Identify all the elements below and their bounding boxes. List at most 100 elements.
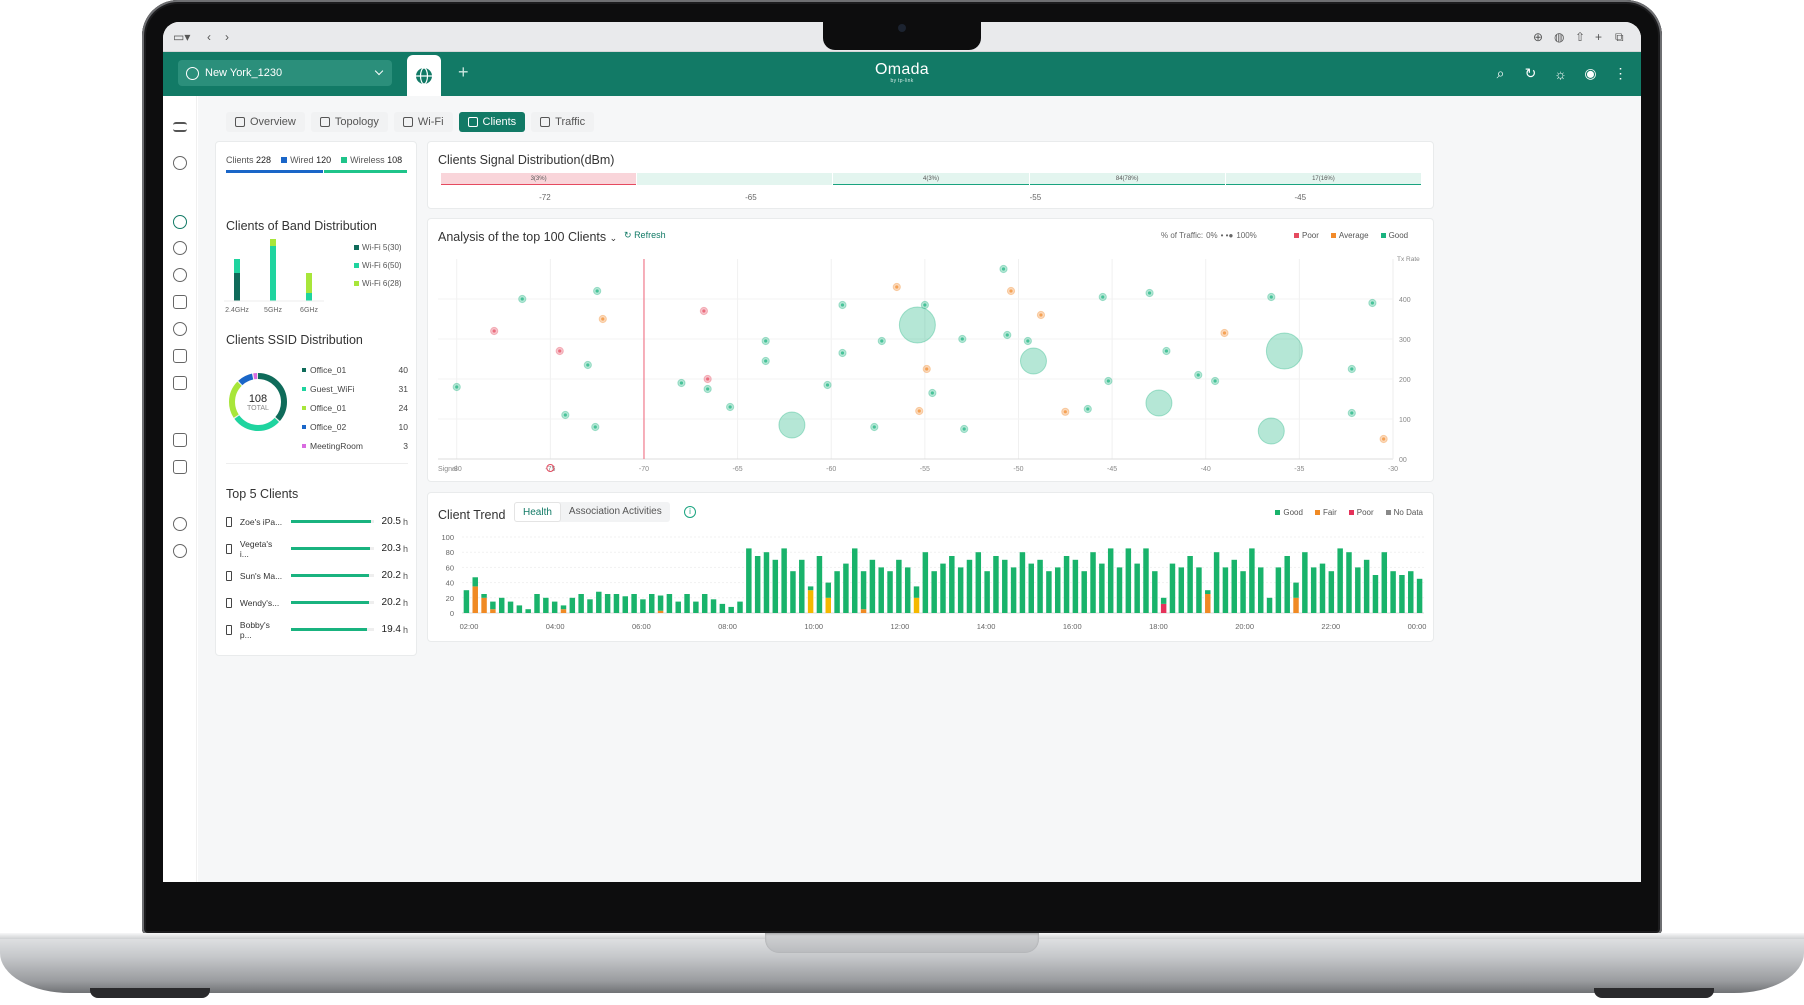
more-icon[interactable]: ⋮: [1612, 65, 1629, 82]
settings-icon[interactable]: [173, 517, 187, 531]
ssid-value: 10: [398, 421, 408, 432]
trend-bar-segment: [1116, 567, 1123, 613]
trend-bar-segment: [1249, 548, 1255, 613]
tools-icon[interactable]: [173, 460, 187, 474]
scatter-point-core: [1001, 267, 1006, 271]
band-title: Clients of Band Distribution: [226, 219, 377, 233]
signal-segment: 4(3%): [833, 173, 1029, 185]
trend-bar-segment: [1134, 563, 1140, 613]
ssid-value: 24: [398, 402, 408, 413]
sidebar-toggle-icon[interactable]: ▭▾: [173, 30, 190, 44]
clients-icon: [467, 117, 478, 127]
scatter-point[interactable]: [1257, 417, 1285, 445]
usage-unit: h: [402, 624, 408, 635]
theme-sun-icon[interactable]: ☼: [1552, 65, 1569, 82]
scatter-point-core: [586, 363, 590, 367]
client-name: Wendy's...: [239, 597, 280, 608]
trend-bar-segment: [975, 552, 982, 613]
top-client-row[interactable]: Sun's Ma... 20.2 h: [226, 562, 408, 589]
location-icon[interactable]: [173, 156, 187, 170]
statistics-icon[interactable]: [173, 241, 187, 255]
ssid-name: MeetingRoom: [310, 440, 363, 451]
tab-clients[interactable]: Clients: [458, 112, 526, 132]
new-tab-icon[interactable]: +: [1595, 30, 1602, 44]
ssid-name: Guest_WiFi: [310, 383, 355, 394]
scatter-legend-item: Average: [1330, 231, 1369, 240]
scatter-point-core: [679, 381, 684, 385]
trend-tab-health[interactable]: Health: [514, 502, 561, 522]
trend-bar-segment: [1240, 571, 1246, 613]
trend-legend-label: No Data: [1393, 508, 1423, 517]
scatter-point[interactable]: [778, 411, 806, 439]
devices-icon[interactable]: [173, 268, 187, 282]
scatter-point-core: [764, 339, 768, 343]
x-tick-label: -35: [1294, 466, 1304, 473]
scatter-point-core: [593, 425, 597, 429]
trend-tab-associationactivities[interactable]: Association Activities: [561, 502, 670, 522]
back-icon[interactable]: ‹: [207, 30, 211, 44]
legend-swatch: [354, 263, 359, 268]
ssid-item: Office_01 40: [302, 360, 408, 379]
refresh-button[interactable]: ↻ Refresh: [624, 230, 666, 241]
ssid-item: Guest_WiFi 31: [302, 379, 408, 398]
tabs-overview-icon[interactable]: ⧉: [1615, 30, 1624, 45]
logs-icon[interactable]: [173, 349, 187, 363]
trend-bar-segment: [1046, 571, 1052, 613]
trend-bar-segment: [816, 556, 823, 613]
reports-icon[interactable]: [173, 376, 187, 390]
chevron-down-icon: ⌄: [609, 233, 618, 243]
scatter-point[interactable]: [1265, 332, 1303, 370]
download-icon[interactable]: ⊕: [1533, 30, 1543, 44]
forward-icon[interactable]: ›: [225, 30, 229, 44]
tab-wifi[interactable]: Wi-Fi: [393, 112, 453, 132]
tab-overview[interactable]: Overview: [226, 112, 305, 132]
tab-label: Traffic: [555, 116, 586, 128]
scatter-title[interactable]: Analysis of the top 100 Clients ⌄: [438, 230, 617, 244]
tab-label: Overview: [250, 116, 296, 128]
menu-collapse-icon[interactable]: [173, 122, 187, 132]
scatter-point-core: [1039, 313, 1043, 317]
scatter-point[interactable]: [1145, 389, 1173, 417]
refresh-icon[interactable]: ↻: [1522, 65, 1539, 82]
trend-bar-segment: [1399, 575, 1405, 613]
top-client-row[interactable]: Bobby's p... 19.4 h: [226, 616, 408, 643]
scatter-point[interactable]: [898, 306, 936, 344]
top-client-row[interactable]: Wendy's... 20.2 h: [226, 589, 408, 616]
dashboard-icon[interactable]: [173, 215, 187, 229]
scatter-legend-label: Poor: [1302, 231, 1319, 240]
user-avatar-icon[interactable]: ◉: [1582, 65, 1599, 82]
trend-title: Client Trend: [438, 508, 506, 522]
help-icon[interactable]: [173, 544, 187, 558]
trend-bar-segment: [746, 548, 752, 613]
trend-bar-segment: [1107, 548, 1114, 613]
signal-ticks: -72 -65 -55 -45: [441, 193, 1422, 205]
trend-bar-segment: [1390, 571, 1396, 613]
tab-topology[interactable]: Topology: [310, 112, 388, 132]
trend-bar-segment: [1072, 559, 1079, 613]
trend-bar-segment: [604, 594, 611, 613]
y-tick-label: 400: [1399, 297, 1411, 304]
scatter-point-core: [1222, 331, 1227, 335]
search-icon[interactable]: ⌕: [1492, 65, 1509, 82]
share-icon[interactable]: ⇧: [1575, 30, 1585, 44]
scatter-point[interactable]: [1019, 347, 1047, 375]
signal-tick: -72: [539, 193, 551, 202]
scatter-point-core: [1350, 411, 1354, 415]
x-tick-label: -60: [826, 466, 836, 473]
info-icon[interactable]: i: [684, 506, 696, 518]
tab-traffic[interactable]: Traffic: [531, 112, 595, 132]
trend-bar-segment: [463, 590, 470, 613]
insight-icon[interactable]: [173, 322, 187, 336]
trend-bar-segment: [1293, 582, 1299, 598]
trend-bar-segment: [1346, 552, 1352, 613]
top-client-row[interactable]: Vegeta's i... 20.3 h: [226, 535, 408, 562]
client-summary: Clients 228 Wired 120 Wireless 108: [226, 155, 402, 165]
sidebar: [163, 96, 197, 882]
traffic-dots-icon: • •●: [1220, 231, 1234, 240]
map-icon[interactable]: [173, 433, 187, 447]
monitor-icon[interactable]: [173, 295, 187, 309]
wifi-icon: [402, 117, 413, 127]
shield-icon[interactable]: ◍: [1554, 30, 1564, 44]
top-client-row[interactable]: Zoe's iPa... 20.5 h: [226, 508, 408, 535]
usage-value: 20.5: [381, 516, 401, 527]
